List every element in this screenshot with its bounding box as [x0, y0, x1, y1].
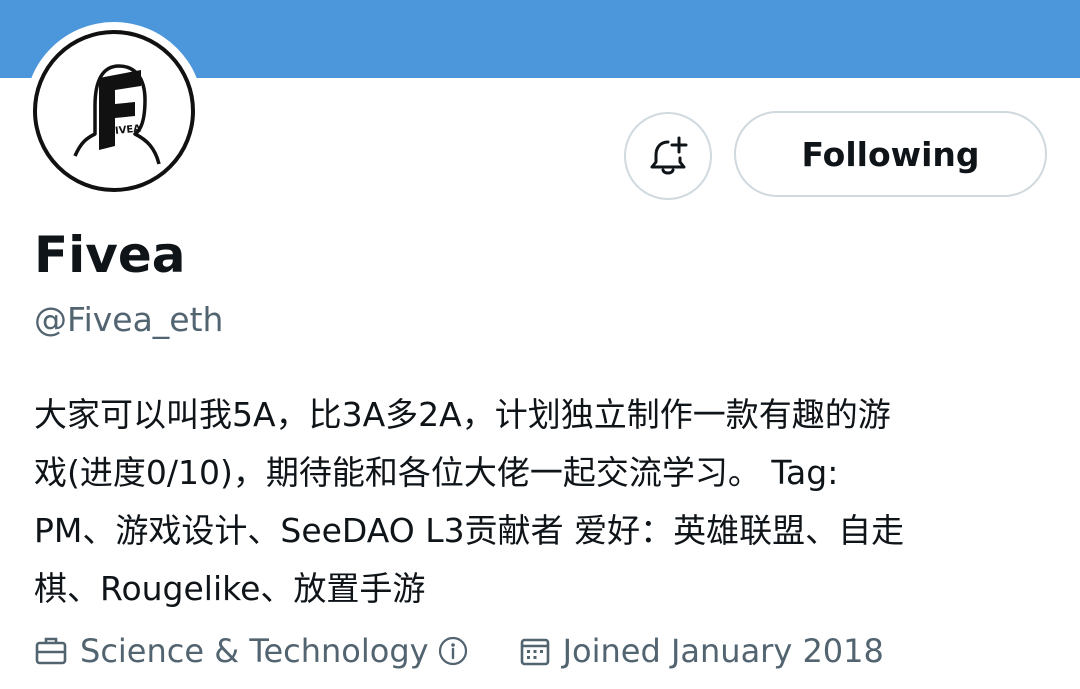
notify-button[interactable] — [624, 112, 712, 200]
following-button[interactable]: Following — [734, 111, 1047, 197]
bell-plus-icon — [650, 136, 688, 175]
briefcase-icon — [35, 637, 67, 665]
profile-page: IVEA Following Fivea @Fivea_eth 大家可以叫我5A… — [0, 0, 1080, 689]
profile-bio: 大家可以叫我5A，比3A多2A，计划独立制作一款有趣的游 戏(进度0/10)，期… — [34, 386, 1044, 618]
info-circle-icon[interactable] — [437, 635, 481, 667]
user-handle: @Fivea_eth — [34, 300, 224, 339]
joined-date: Joined January 2018 — [562, 632, 884, 670]
calendar-icon — [520, 638, 549, 666]
bio-line: 大家可以叫我5A，比3A多2A，计划独立制作一款有趣的游 — [34, 395, 891, 434]
profile-meta: Science & Technology Joined January 2018 — [34, 626, 884, 676]
bio-line: PM、游戏设计、SeeDAO L3贡献者 爱好：英雄联盟、自走 — [34, 511, 905, 550]
avatar-logo: IVEA — [73, 64, 161, 165]
joined-item: Joined January 2018 — [519, 632, 884, 670]
bio-line: 戏(进度0/10)，期待能和各位大佬一起交流学习。 Tag: — [34, 453, 839, 492]
category-label: Science & Technology — [80, 632, 429, 670]
bio-line: 棋、Rougelike、放置手游 — [34, 569, 426, 608]
display-name: Fivea — [34, 226, 186, 284]
avatar[interactable]: IVEA — [33, 30, 195, 192]
category-item: Science & Technology — [34, 632, 481, 670]
